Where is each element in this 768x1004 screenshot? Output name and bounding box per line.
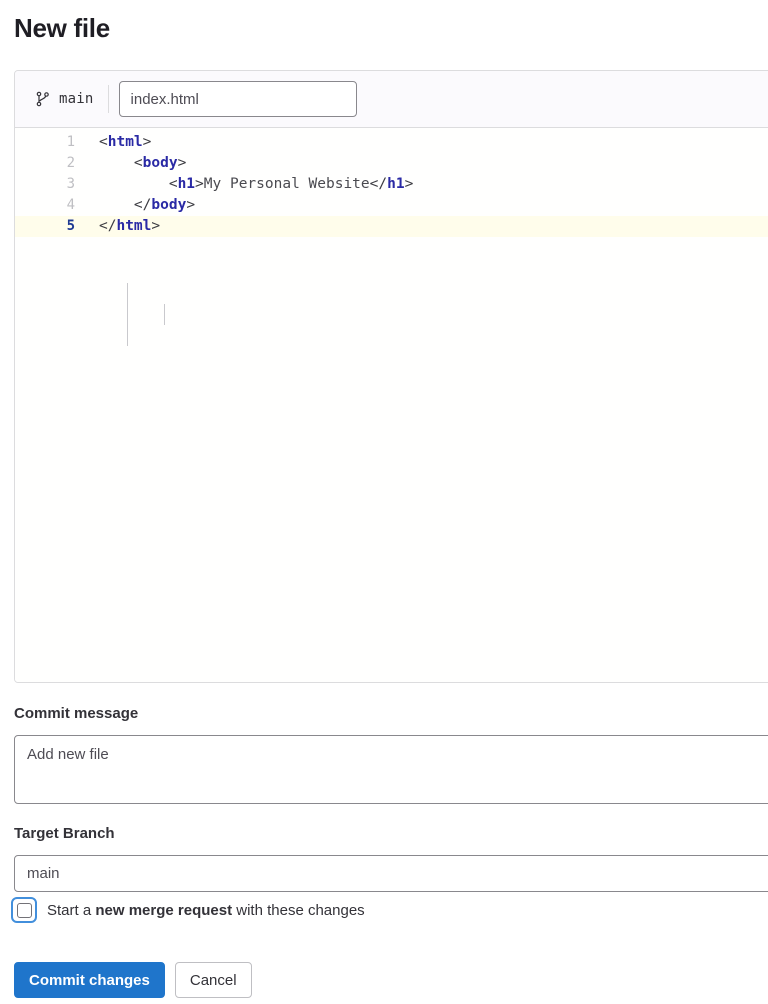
code-token: My Personal Website [203,176,370,192]
code-lines[interactable]: 1 <html> 2 <body> 3 <h1>My Personal Website… [15,132,768,237]
file-editor-card: main 1<html>2 <body>3 <h1>My Personal We… [14,70,768,683]
code-line-text: <body> [87,153,186,174]
target-branch-label: Target Branch [14,825,115,842]
code-line[interactable]: 2 <body> [15,153,768,174]
code-token: body [142,155,178,171]
page-title: New file [14,13,110,43]
code-line[interactable]: 4 </body> [15,195,768,216]
code-token: > [151,218,161,234]
checkbox-box [16,902,32,918]
code-token: h1 [387,176,405,192]
code-token: > [142,134,152,150]
branch-indicator: main [27,81,108,117]
checkbox-text-after: with these changes [232,901,365,919]
branch-icon [35,91,51,107]
line-number: 2 [66,155,75,171]
code-token: > [404,176,414,192]
branch-name: main [59,91,94,107]
code-line-text: </body> [87,195,195,216]
code-token: html [107,134,143,150]
code-token: > [195,176,204,192]
code-line-text: </html> [87,216,160,237]
line-number: 4 [66,197,75,213]
code-line[interactable]: 5 </html> [15,216,768,237]
target-branch-input[interactable] [14,855,768,892]
line-number: 5 [66,218,75,234]
code-token: h1 [177,176,196,192]
editor-header: main [15,71,768,128]
code-token: > [186,197,196,213]
line-number: 3 [66,176,75,192]
code-token: < [99,155,143,171]
checkbox-text-strong: new merge request [95,901,233,919]
code-token: > [177,155,187,171]
line-number: 1 [66,134,75,150]
merge-request-checkbox-label: Start a new merge request with these cha… [47,902,365,919]
commit-message-input[interactable] [14,735,768,804]
new-file-page: New file main 1 [0,0,768,1004]
indent-guide [127,283,128,346]
code-editor-area[interactable]: 1 <html> 2 <body> 3 <h1>My Personal Website… [15,128,768,682]
code-token: body [151,197,187,213]
merge-request-checkbox-row[interactable]: Start a new merge request with these cha… [11,897,365,923]
checkbox-text-before: Start a [47,901,96,919]
code-token: </ [99,218,117,234]
code-token: </ [99,197,152,213]
code-line[interactable]: 3 <h1>My Personal Website</h1> [15,174,768,195]
code-token: html [116,218,152,234]
indent-guide [164,304,165,325]
filename-input[interactable] [118,81,357,117]
code-line-text: <html> [87,132,151,153]
cancel-button[interactable]: Cancel [174,962,252,998]
code-line-text: <h1>My Personal Website</h1> [87,174,414,195]
code-line[interactable]: 1 <html> [15,132,768,153]
commit-message-label: Commit message [14,705,139,722]
code-token: < [99,176,178,192]
merge-request-checkbox[interactable] [11,897,37,923]
form-actions: Commit changes Cancel [14,962,252,998]
code-token: < [99,134,108,150]
commit-changes-button[interactable]: Commit changes [14,962,165,998]
header-divider [107,85,109,113]
code-token: </ [369,176,388,192]
